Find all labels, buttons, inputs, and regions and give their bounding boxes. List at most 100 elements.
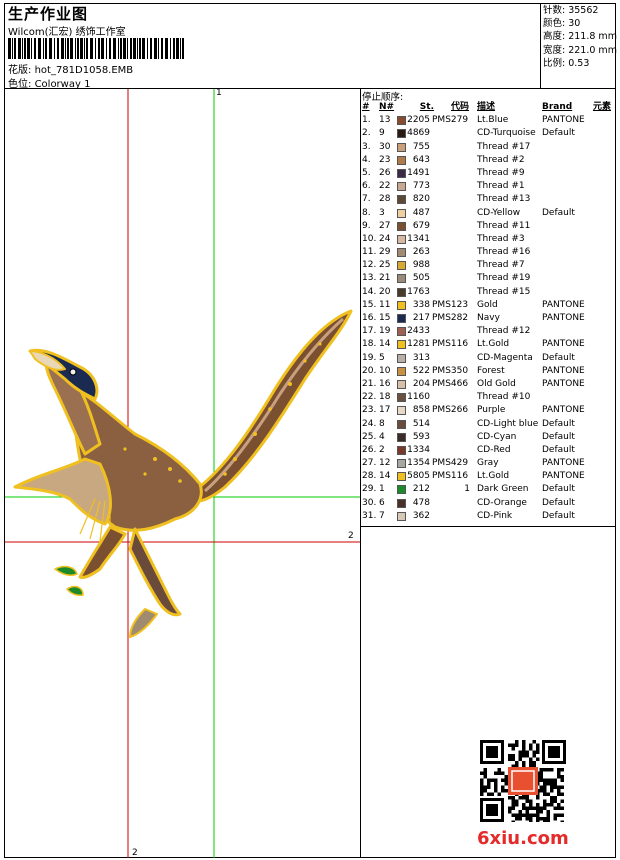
row-code: PMS266 bbox=[432, 405, 469, 416]
row-index: 4. bbox=[362, 154, 371, 165]
row-stitches: 212 bbox=[412, 484, 430, 495]
table-row: 25. 4 593 CD-Cyan Default bbox=[361, 431, 615, 444]
row-description: CD-Cyan bbox=[477, 431, 517, 442]
row-needle: 5 bbox=[379, 352, 385, 363]
color-swatch bbox=[397, 208, 406, 218]
header-divider bbox=[540, 3, 541, 88]
row-brand: PANTONE bbox=[542, 313, 585, 323]
color-swatch bbox=[397, 353, 406, 363]
row-needle: 27 bbox=[379, 220, 391, 231]
row-stitches: 2205 bbox=[407, 115, 430, 126]
row-stitches: 988 bbox=[412, 260, 430, 271]
design-stats: 针数: 35562 颜色: 30 高度: 211.8 mm 宽度: 221.0 … bbox=[543, 4, 617, 70]
row-stitches: 2433 bbox=[407, 326, 430, 337]
row-brand: PANTONE bbox=[542, 458, 585, 469]
row-index: 11. bbox=[362, 247, 377, 258]
table-row: 15. 11 338 PMS123 Gold PANTONE bbox=[361, 299, 615, 312]
row-needle: 14 bbox=[379, 339, 391, 350]
row-needle: 22 bbox=[379, 181, 391, 192]
marker-h2: 2 bbox=[348, 531, 354, 541]
row-code: 1 bbox=[464, 484, 470, 495]
table-row: 17. 19 2433 Thread #12 bbox=[361, 325, 615, 338]
row-description: Thread #13 bbox=[477, 194, 531, 205]
row-stitches: 313 bbox=[412, 352, 430, 363]
row-stitches: 514 bbox=[412, 418, 430, 429]
table-row: 27. 12 1354 PMS429 Gray PANTONE bbox=[361, 457, 615, 470]
color-swatch bbox=[397, 472, 406, 482]
row-index: 6. bbox=[362, 181, 371, 192]
row-index: 14. bbox=[362, 286, 377, 297]
row-index: 31. bbox=[362, 510, 377, 521]
row-index: 15. bbox=[362, 299, 377, 310]
row-stitches: 263 bbox=[412, 247, 430, 258]
thread-color-table: # N# St. 代码 描述 Brand 元素 1. 13 2205 PMS279 Lt… bbox=[361, 101, 615, 523]
row-description: Thread #12 bbox=[477, 326, 531, 337]
color-swatch bbox=[397, 155, 406, 165]
row-needle: 10 bbox=[379, 365, 391, 376]
row-description: Thread #19 bbox=[477, 273, 531, 284]
row-index: 30. bbox=[362, 497, 377, 508]
row-description: Thread #7 bbox=[477, 260, 525, 271]
color-swatch bbox=[397, 248, 406, 258]
row-index: 29. bbox=[362, 484, 377, 495]
table-row: 12. 25 988 Thread #7 bbox=[361, 259, 615, 272]
row-description: Thread #3 bbox=[477, 233, 525, 244]
row-brand: Default bbox=[542, 510, 575, 521]
row-description: Dark Green bbox=[477, 484, 529, 495]
row-description: Thread #2 bbox=[477, 154, 525, 165]
row-index: 13. bbox=[362, 273, 377, 284]
row-stitches: 487 bbox=[412, 207, 430, 218]
row-stitches: 1491 bbox=[407, 167, 430, 178]
row-code: PMS116 bbox=[432, 339, 469, 350]
row-index: 16. bbox=[362, 313, 377, 323]
row-index: 19. bbox=[362, 352, 377, 363]
row-needle: 14 bbox=[379, 471, 391, 482]
row-description: Forest bbox=[477, 365, 505, 376]
table-row: 28. 14 5805 PMS116 Lt.Gold PANTONE bbox=[361, 470, 615, 483]
row-stitches: 858 bbox=[412, 405, 430, 416]
row-index: 7. bbox=[362, 194, 371, 205]
marker-v1: 1 bbox=[216, 88, 222, 98]
table-row: 30. 6 478 CD-Orange Default bbox=[361, 497, 615, 510]
color-swatch bbox=[397, 234, 406, 244]
row-stitches: 522 bbox=[412, 365, 430, 376]
color-swatch bbox=[397, 459, 406, 469]
row-needle: 23 bbox=[379, 154, 391, 165]
color-swatch bbox=[397, 287, 406, 297]
color-swatch bbox=[397, 485, 406, 495]
header-stitches: St. bbox=[419, 102, 434, 112]
row-needle: 7 bbox=[379, 510, 385, 521]
header-code: 代码 bbox=[451, 102, 470, 112]
row-stitches: 338 bbox=[412, 299, 430, 310]
table-row: 7. 28 820 Thread #13 bbox=[361, 193, 615, 206]
row-index: 17. bbox=[362, 326, 377, 337]
stitch-count: 针数: 35562 bbox=[543, 5, 599, 16]
row-code: PMS279 bbox=[432, 115, 469, 126]
color-swatch bbox=[397, 182, 406, 192]
color-swatch bbox=[397, 366, 406, 376]
row-stitches: 505 bbox=[412, 273, 430, 284]
color-swatch bbox=[397, 432, 406, 442]
row-brand: Default bbox=[542, 207, 575, 218]
raptor-eye bbox=[69, 368, 77, 376]
row-index: 23. bbox=[362, 405, 377, 416]
row-stitches: 593 bbox=[412, 431, 430, 442]
table-row: 1. 13 2205 PMS279 Lt.Blue PANTONE bbox=[361, 114, 615, 127]
row-index: 1. bbox=[362, 115, 371, 126]
raptor-leg-front bbox=[78, 525, 127, 579]
row-stitches: 362 bbox=[412, 510, 430, 521]
table-row: 22. 18 1160 Thread #10 bbox=[361, 391, 615, 404]
row-needle: 17 bbox=[379, 405, 391, 416]
row-description: Thread #16 bbox=[477, 247, 531, 258]
row-brand: PANTONE bbox=[542, 378, 585, 389]
row-index: 28. bbox=[362, 471, 377, 482]
row-needle: 29 bbox=[379, 247, 391, 258]
row-brand: PANTONE bbox=[542, 405, 585, 416]
row-needle: 25 bbox=[379, 260, 391, 271]
table-row: 21. 16 204 PMS466 Old Gold PANTONE bbox=[361, 378, 615, 391]
row-stitches: 1763 bbox=[407, 286, 430, 297]
row-description: Lt.Gold bbox=[477, 339, 510, 350]
row-needle: 20 bbox=[379, 286, 391, 297]
raptor-foot-back bbox=[129, 608, 158, 638]
table-row: 18. 14 1281 PMS116 Lt.Gold PANTONE bbox=[361, 338, 615, 351]
